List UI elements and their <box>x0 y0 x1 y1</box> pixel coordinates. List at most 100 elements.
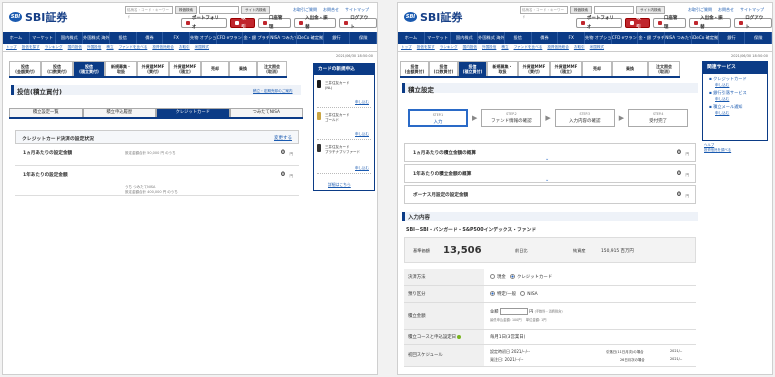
subnav-item[interactable]: 米国株式 <box>590 45 604 51</box>
tab-new-offering[interactable]: 新規募集・ 取扱 <box>105 61 137 76</box>
tab-tsumitate-nisa[interactable]: つみたてNISA <box>229 108 303 117</box>
nav-fx[interactable]: FX <box>558 32 586 44</box>
apply-link[interactable]: 申し込む <box>355 132 369 137</box>
nav-cfd[interactable]: CFD eワラント <box>612 32 639 44</box>
nav-market[interactable]: マーケット <box>425 32 452 44</box>
nav-cfd[interactable]: CFD eワラント <box>217 32 244 44</box>
service-bank-debit[interactable]: ▪ 銀行引落サービス <box>703 88 767 95</box>
stock-search-button[interactable]: 株価検索 <box>570 6 592 14</box>
nav-funds[interactable]: 投信 <box>110 32 137 44</box>
annual-estimate-row[interactable]: 1年あたりの積立金額の概算 0 円 ⌄ <box>404 164 696 183</box>
nav-bonds[interactable]: 債券 <box>532 32 559 44</box>
subnav-item[interactable]: ランキング <box>45 45 63 51</box>
nav-futures[interactable]: 先物 オプション <box>585 32 612 44</box>
nav-foreign-stock[interactable]: 外国株式 海外ETF <box>83 32 110 44</box>
tab-order-inquiry[interactable]: 注文照会 (取消) <box>257 61 287 76</box>
trade-button[interactable]: 取引 <box>230 16 255 30</box>
portfolio-button[interactable]: ポートフォリオ <box>576 16 623 30</box>
sbi-logo[interactable]: SBI SBI証券 <box>9 9 67 25</box>
tab-order-inquiry[interactable]: 注文照会 (取消) <box>648 61 680 76</box>
subnav-item[interactable]: ファンドを比べる <box>119 45 148 51</box>
portfolio-button[interactable]: ポートフォリオ <box>181 16 228 30</box>
nav-bonds[interactable]: 債券 <box>137 32 164 44</box>
top-link-faq[interactable]: お取引ご質問 <box>688 7 712 13</box>
top-link-contact[interactable]: お問合せ <box>323 7 339 13</box>
amount-input[interactable] <box>499 308 528 315</box>
search-input[interactable]: 銘柄名・コード・キーワード <box>520 6 568 19</box>
subnav-item[interactable]: 積立 <box>106 45 113 51</box>
nav-bank[interactable]: 銀行 <box>324 32 351 44</box>
site-search-input[interactable] <box>594 6 634 14</box>
logout-button[interactable]: ログアウト <box>339 16 377 30</box>
subnav-item[interactable]: トップ <box>6 45 17 51</box>
nav-fx[interactable]: FX <box>163 32 191 44</box>
subnav-item[interactable]: お取引 <box>179 45 190 51</box>
nav-ideco[interactable]: iDeCo 確定拠出年金 <box>297 32 324 44</box>
tab-mmf-buy[interactable]: 外貨建MMF (買付) <box>518 61 550 76</box>
top-link-contact[interactable]: お問合せ <box>718 7 734 13</box>
account-button[interactable]: 口座管理 <box>257 16 292 30</box>
tab-sell[interactable]: 売却 <box>201 61 229 76</box>
tab-fund-units[interactable]: 投信 (口数買付) <box>41 61 73 76</box>
nav-insurance[interactable]: 保険 <box>745 32 772 44</box>
tab-new-offering[interactable]: 新規募集・ 取扱 <box>487 61 518 76</box>
subnav-item[interactable]: お取引 <box>574 45 585 51</box>
subnav-item[interactable]: 投信を探す <box>22 45 40 51</box>
subnav-item[interactable]: 国内投信 <box>463 45 477 51</box>
service-mail-notice[interactable]: ▪ 積立メール通知 <box>703 102 767 109</box>
nav-bank[interactable]: 銀行 <box>719 32 746 44</box>
site-search-input[interactable] <box>199 6 239 14</box>
tab-fund-accumulation[interactable]: 投信 (積立買付) <box>458 61 487 76</box>
tab-fund-units[interactable]: 投信 (口数買付) <box>429 61 458 76</box>
monthly-estimate-row[interactable]: 1ヵ月あたりの積立金額の概算 0 円 ⌄ <box>404 143 696 162</box>
nav-foreign-stock[interactable]: 外国株式 海外ETF <box>478 32 505 44</box>
tab-accumulation-list[interactable]: 積立設定一覧 <box>9 108 83 117</box>
nav-domestic-stock[interactable]: 国内株式 <box>56 32 84 44</box>
help-link[interactable]: 積立・定期売却のご案内 <box>253 89 293 94</box>
nav-nisa[interactable]: NISA つみたてNISA <box>665 32 692 44</box>
apply-link[interactable]: 申し込む <box>355 100 369 105</box>
tab-switch[interactable]: 乗換 <box>612 61 648 76</box>
sbi-logo[interactable]: SBI SBI証券 <box>404 9 462 25</box>
subnav-item[interactable]: 投資信託総合 <box>152 45 174 51</box>
stock-search-button[interactable]: 株価検索 <box>175 6 197 14</box>
apply-link[interactable]: 申し込む <box>703 81 767 88</box>
site-search-button[interactable]: サイト内検索 <box>636 6 665 14</box>
top-link-sitemap[interactable]: サイトマップ <box>345 7 369 13</box>
subnav-item[interactable]: 国内投信 <box>68 45 82 51</box>
service-credit-card[interactable]: ▪ クレジットカード <box>703 74 767 81</box>
apply-link[interactable]: 申し込む <box>703 95 767 102</box>
change-link[interactable]: 変更する <box>274 135 292 141</box>
subnav-item[interactable]: ランキング <box>440 45 458 51</box>
nav-ideco[interactable]: iDeCo 確定拠出年金 <box>692 32 719 44</box>
search-input[interactable]: 銘柄名・コード・キーワード <box>125 6 173 19</box>
apply-link[interactable]: 申し込む <box>703 109 767 116</box>
nav-home[interactable]: ホーム <box>398 32 425 44</box>
tab-application-history[interactable]: 積立申込履歴 <box>82 108 156 117</box>
subnav-item[interactable]: 積立 <box>501 45 508 51</box>
subnav-item[interactable]: 投信を探す <box>417 45 435 51</box>
subnav-item[interactable]: 外国投信 <box>482 45 496 51</box>
top-link-sitemap[interactable]: サイトマップ <box>740 7 764 13</box>
subnav-item[interactable]: 外国投信 <box>87 45 101 51</box>
logout-button[interactable]: ログアウト <box>734 16 772 30</box>
tab-switch[interactable]: 乗換 <box>229 61 257 76</box>
subnav-item[interactable]: 米国株式 <box>195 45 209 51</box>
tab-mmf-buy[interactable]: 外貨建MMF (買付) <box>137 61 169 76</box>
tab-sell[interactable]: 売却 <box>582 61 612 76</box>
nav-insurance[interactable]: 保険 <box>350 32 377 44</box>
nav-gold[interactable]: 金・銀 プラチナ <box>243 32 271 44</box>
help-icon[interactable] <box>457 334 462 339</box>
nav-gold[interactable]: 金・銀 プラチナ <box>638 32 666 44</box>
nav-funds[interactable]: 投信 <box>505 32 532 44</box>
tab-fund-amount[interactable]: 投信 (金額買付) <box>400 61 429 76</box>
nav-home[interactable]: ホーム <box>3 32 30 44</box>
tab-mmf-accumulation[interactable]: 外貨建MMF (積立) <box>550 61 582 76</box>
nav-market[interactable]: マーケット <box>30 32 57 44</box>
subnav-item[interactable]: トップ <box>401 45 412 51</box>
payment-credit-radio[interactable] <box>509 274 515 279</box>
tab-mmf-accumulation[interactable]: 外貨建MMF (積立) <box>169 61 201 76</box>
site-search-button[interactable]: サイト内検索 <box>241 6 270 14</box>
top-link-faq[interactable]: お取引ご質問 <box>293 7 317 13</box>
deposit-button[interactable]: 入出金・振替 <box>294 16 337 30</box>
